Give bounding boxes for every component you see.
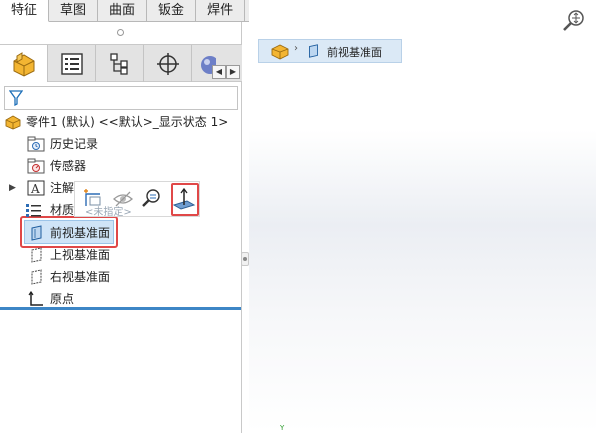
- tab-sketch[interactable]: 草图: [49, 0, 99, 22]
- zoom-to-selection-button[interactable]: [139, 186, 165, 212]
- part-icon: [5, 115, 21, 130]
- breadcrumb[interactable]: › 前视基准面: [258, 39, 402, 63]
- history-folder-icon: [27, 136, 45, 152]
- property-list-icon: [60, 52, 83, 75]
- material-icon: [26, 204, 41, 217]
- tree-item-label: 上视基准面: [50, 248, 111, 262]
- configuration-manager-tab[interactable]: [96, 45, 144, 82]
- zoom-to-fit-icon[interactable]: [561, 8, 587, 34]
- filter-icon: [9, 90, 23, 106]
- expand-arrow-icon[interactable]: ▶: [9, 177, 16, 199]
- dimxpert-manager-tab[interactable]: [144, 45, 192, 82]
- plane-icon: [31, 247, 42, 263]
- tab-features[interactable]: 特征: [0, 0, 50, 22]
- panel-splitter[interactable]: [241, 252, 249, 266]
- tree-item-history[interactable]: 历史记录: [0, 133, 242, 155]
- tree-item-sensors[interactable]: 传感器: [0, 155, 242, 177]
- tab-scroll-arrows: ◀ ▶: [212, 65, 240, 79]
- property-manager-tab[interactable]: [48, 45, 96, 82]
- scroll-left-button[interactable]: ◀: [212, 65, 226, 79]
- normal-to-highlight: [171, 183, 199, 216]
- plane-icon: [31, 269, 42, 285]
- tab-weldments[interactable]: 焊件: [196, 0, 246, 22]
- y-axis-label: Y: [280, 424, 285, 432]
- tree-item-label: 注解: [50, 181, 75, 195]
- breadcrumb-label: 前视基准面: [327, 46, 382, 59]
- annotation-icon: A: [27, 180, 45, 196]
- crosshair-icon: [156, 52, 179, 75]
- tree-item-label: 传感器: [50, 159, 87, 173]
- panel-grip[interactable]: [0, 22, 241, 44]
- part-icon: [271, 44, 289, 60]
- tree-bottom-divider: [0, 307, 241, 310]
- breadcrumb-separator-icon: ›: [294, 43, 298, 54]
- tree-item-front-plane[interactable]: 前视基准面: [0, 222, 242, 244]
- tree-root-label: 零件1 (默认) <<默认>_显示状态 1>: [26, 115, 229, 129]
- sensor-folder-icon: [27, 158, 45, 174]
- tab-sheet-metal[interactable]: 钣金: [147, 0, 197, 22]
- tree-item-label: 前视基准面: [50, 226, 111, 240]
- plane-icon: [309, 44, 318, 58]
- tree-filter[interactable]: [4, 86, 238, 110]
- tree-item-label: 材质: [50, 203, 75, 217]
- tree-item-top-plane[interactable]: 上视基准面: [0, 244, 242, 266]
- graphics-area[interactable]: [249, 0, 596, 433]
- origin-icon: [28, 291, 43, 306]
- configuration-tree-icon: [109, 52, 128, 75]
- context-hint-text: <未指定>: [85, 207, 132, 218]
- svg-text:A: A: [30, 182, 40, 196]
- tree-item-label: 历史记录: [50, 137, 99, 151]
- tree-item-label: 右视基准面: [50, 270, 111, 284]
- feature-manager-tab[interactable]: [0, 45, 48, 82]
- tree-item-right-plane[interactable]: 右视基准面: [0, 266, 242, 288]
- part-icon: [13, 51, 34, 77]
- plane-icon: [31, 225, 42, 241]
- context-toolbar: <未指定>: [74, 181, 200, 218]
- zoom-selection-icon: [142, 189, 160, 207]
- scroll-right-button[interactable]: ▶: [226, 65, 240, 79]
- tree-root-part[interactable]: 零件1 (默认) <<默认>_显示状态 1>: [0, 111, 242, 133]
- tab-surface[interactable]: 曲面: [98, 0, 148, 22]
- manager-tabs: ◀ ▶: [0, 44, 242, 82]
